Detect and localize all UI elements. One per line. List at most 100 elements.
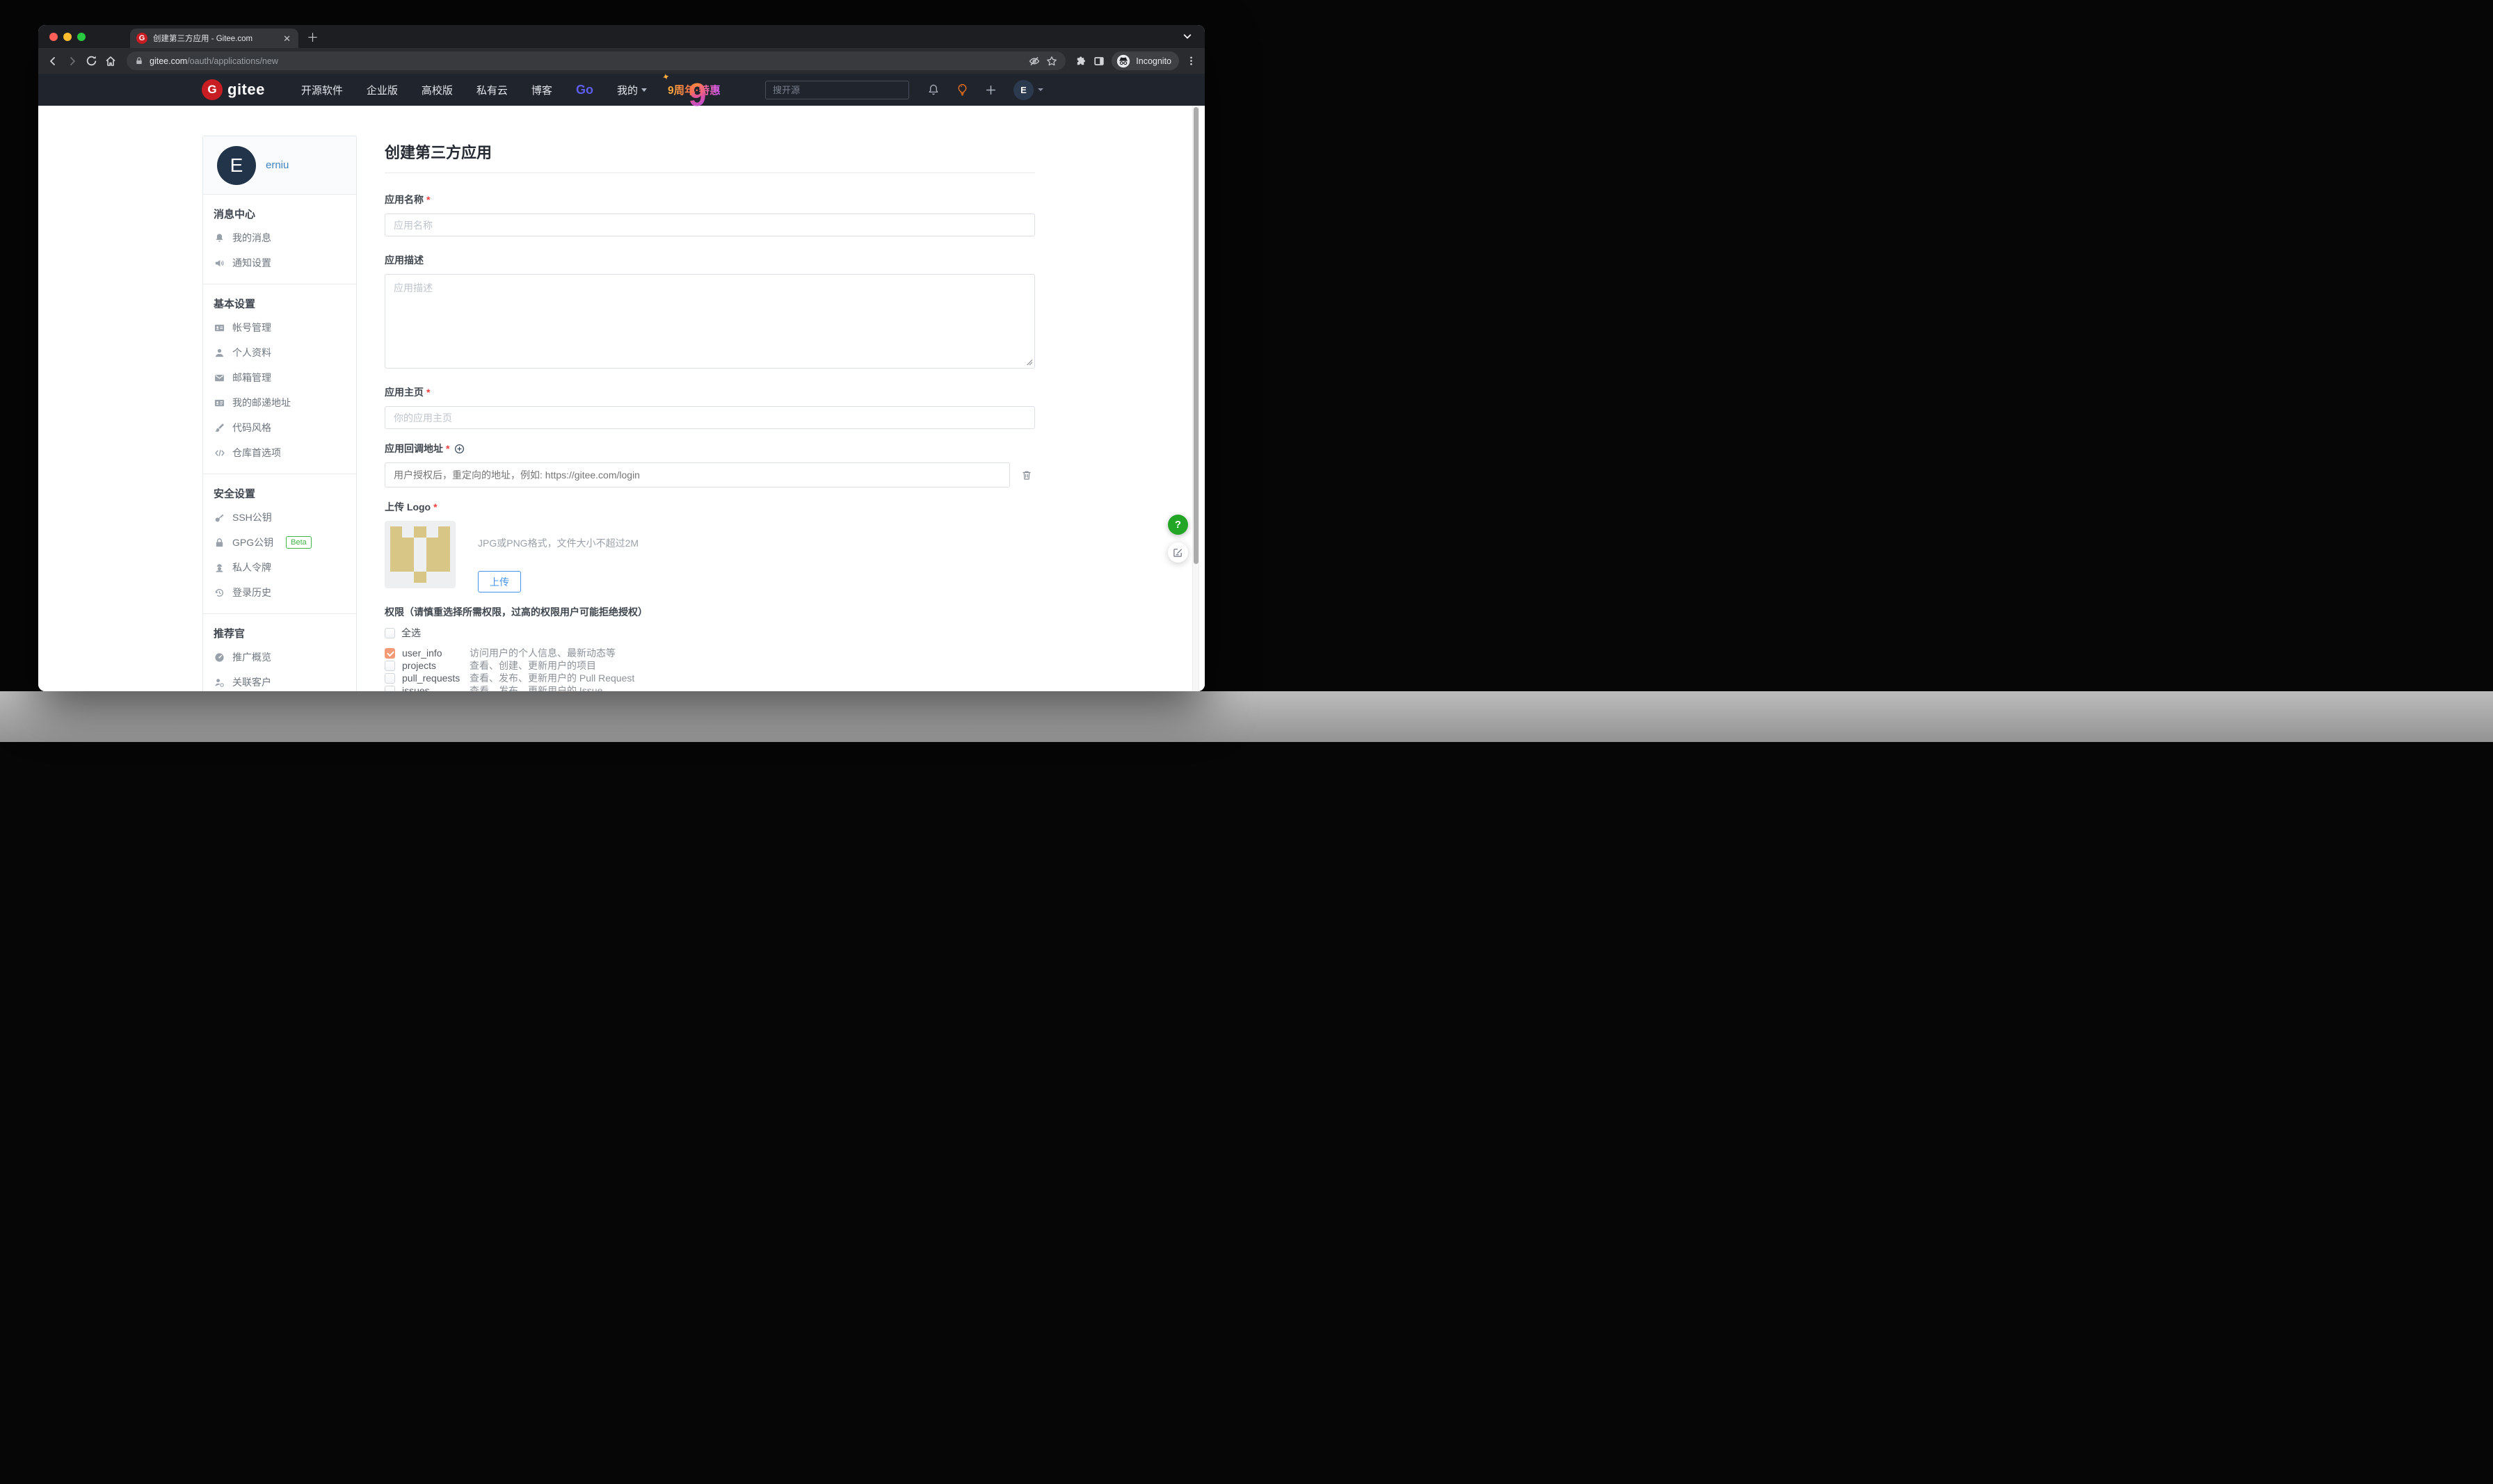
scope-checkbox[interactable] [385, 648, 395, 659]
new-tab-button[interactable]: ＋ [307, 28, 319, 45]
browser-window: G 创建第三方应用 - Gitee.com ✕ ＋ gitee.com/oaut… [38, 25, 1205, 691]
sidebar-item-login-history[interactable]: 登录历史 [203, 580, 356, 605]
tab-strip: G 创建第三方应用 - Gitee.com ✕ ＋ [38, 25, 1205, 48]
callback-url-input[interactable] [385, 462, 1010, 487]
nav-item-my[interactable]: 我的 [617, 83, 647, 97]
upload-logo-label: 上传 Logo [385, 500, 1035, 514]
navbar-icons: E [927, 80, 1043, 100]
nav-item-opensource[interactable]: 开源软件 [301, 83, 343, 97]
nav-item-private-cloud[interactable]: 私有云 [476, 83, 508, 97]
sidebar-item-repo-preferences[interactable]: 仓库首选项 [203, 440, 356, 465]
sidebar-item-gpg-keys[interactable]: GPG公钥 Beta [203, 530, 356, 555]
lightbulb-icon[interactable] [956, 83, 968, 97]
browser-tab[interactable]: G 创建第三方应用 - Gitee.com ✕ [130, 29, 298, 48]
address-card-icon [214, 398, 225, 408]
callback-row [385, 455, 1035, 487]
sidebar-item-promo-overview[interactable]: 推广概览 [203, 645, 356, 670]
app-name-label: 应用名称 [385, 193, 1035, 207]
scope-row-user-info: user_info 访问用户的个人信息、最新动态等 [385, 647, 1035, 659]
browser-menu-icon[interactable] [1186, 56, 1196, 66]
nav-item-enterprise[interactable]: 企业版 [367, 83, 398, 97]
logo-preview [385, 521, 456, 588]
envelope-icon [214, 373, 225, 383]
beta-badge: Beta [286, 536, 312, 549]
upload-button[interactable]: 上传 [478, 571, 521, 592]
address-bar[interactable]: gitee.com/oauth/applications/new [127, 51, 1066, 70]
gitee-logo[interactable]: G gitee [202, 79, 265, 100]
sidebar-item-email[interactable]: 邮箱管理 [203, 365, 356, 390]
nav-item-go[interactable]: Go [576, 83, 593, 97]
sidebar-item-profile[interactable]: 个人资料 [203, 340, 356, 365]
feedback-edit-button[interactable] [1168, 542, 1188, 563]
scope-row-projects: projects 查看、创建、更新用户的项目 [385, 659, 1035, 672]
scopes-list: user_info 访问用户的个人信息、最新动态等 projects 查看、创建… [385, 647, 1035, 691]
permissions-title: 权限（请慎重选择所需权限，过高的权限用户可能拒绝授权） [385, 605, 1035, 619]
user-menu[interactable]: E [1013, 80, 1043, 100]
promo-text: 9周年·特惠 [668, 82, 721, 97]
tab-favicon-icon: G [136, 33, 147, 44]
browser-toolbar: gitee.com/oauth/applications/new Incogni… [38, 48, 1205, 74]
sidebar-section-messages: 消息中心 [214, 207, 356, 221]
minimize-window-button[interactable] [63, 33, 72, 41]
app-description-wrap [385, 274, 1035, 369]
paintbrush-icon [214, 423, 225, 433]
scope-checkbox[interactable] [385, 673, 395, 684]
sidebar-item-code-style[interactable]: 代码风格 [203, 415, 356, 440]
sidebar-user-header: E erniu [203, 136, 356, 195]
resize-handle-icon[interactable] [1026, 359, 1033, 366]
sidebar-item-notification-settings[interactable]: 通知设置 [203, 250, 356, 275]
page-scrollbar[interactable] [1192, 106, 1199, 691]
search-input[interactable] [765, 81, 909, 99]
extensions-puzzle-icon[interactable] [1075, 56, 1087, 67]
logo-identicon [390, 526, 450, 583]
scope-checkbox[interactable] [385, 661, 395, 671]
notifications-bell-icon[interactable] [927, 83, 940, 96]
page-content: E erniu 消息中心 我的消息 通知设置 基本设置 帐号管理 个人资料 [38, 106, 1205, 691]
username-link[interactable]: erniu [266, 159, 289, 171]
sidebar-item-account[interactable]: 帐号管理 [203, 315, 356, 340]
side-panel-icon[interactable] [1093, 56, 1105, 67]
delete-callback-icon[interactable] [1021, 469, 1032, 481]
app-name-input[interactable] [385, 213, 1035, 236]
back-button[interactable] [47, 55, 59, 67]
tab-title: 创建第三方应用 - Gitee.com [153, 33, 276, 44]
lock-icon [214, 538, 225, 548]
select-all-checkbox[interactable] [385, 628, 395, 638]
nav-item-education[interactable]: 高校版 [422, 83, 453, 97]
app-description-textarea[interactable] [385, 274, 1035, 369]
callback-url-label: 应用回调地址 [385, 442, 1035, 455]
add-callback-icon[interactable] [454, 444, 465, 454]
app-description-label: 应用描述 [385, 253, 1035, 267]
create-plus-icon[interactable] [985, 84, 997, 96]
sidebar-section-security: 安全设置 [214, 486, 356, 501]
eye-off-icon[interactable] [1029, 56, 1040, 67]
nav-item-blog[interactable]: 博客 [531, 83, 552, 97]
key-icon [214, 513, 225, 523]
sidebar-divider [203, 613, 356, 614]
sidebar-item-ssh-keys[interactable]: SSH公钥 [203, 505, 356, 530]
scope-row-issues: issues 查看、发布、更新用户的 Issue [385, 684, 1035, 691]
bookmark-star-icon[interactable] [1046, 56, 1057, 67]
scrollbar-thumb[interactable] [1194, 107, 1199, 564]
anniversary-promo-banner[interactable]: ✦ 9 9周年·特惠 [668, 76, 735, 104]
sidebar-item-linked-customers[interactable]: 关联客户 [203, 670, 356, 691]
forward-button[interactable] [66, 55, 79, 67]
sidebar-item-my-messages[interactable]: 我的消息 [203, 225, 356, 250]
close-window-button[interactable] [49, 33, 58, 41]
url-text: gitee.com/oauth/applications/new [150, 56, 278, 66]
home-button[interactable] [104, 55, 117, 67]
logo-hint: JPG或PNG格式，文件大小不超过2M [478, 536, 639, 550]
settings-sidebar: E erniu 消息中心 我的消息 通知设置 基本设置 帐号管理 个人资料 [202, 136, 357, 691]
fullscreen-window-button[interactable] [77, 33, 86, 41]
gauge-icon [214, 652, 225, 663]
help-button[interactable]: ? [1168, 515, 1188, 535]
tab-search-chevron-icon[interactable] [1183, 31, 1192, 41]
code-icon [214, 448, 225, 458]
sidebar-item-personal-tokens[interactable]: 私人令牌 [203, 555, 356, 580]
scope-checkbox[interactable] [385, 686, 395, 692]
sidebar-item-postal-address[interactable]: 我的邮递地址 [203, 390, 356, 415]
reload-button[interactable] [86, 55, 97, 67]
user-avatar[interactable]: E [217, 146, 256, 185]
tab-close-icon[interactable]: ✕ [282, 33, 292, 45]
app-homepage-input[interactable] [385, 406, 1035, 429]
